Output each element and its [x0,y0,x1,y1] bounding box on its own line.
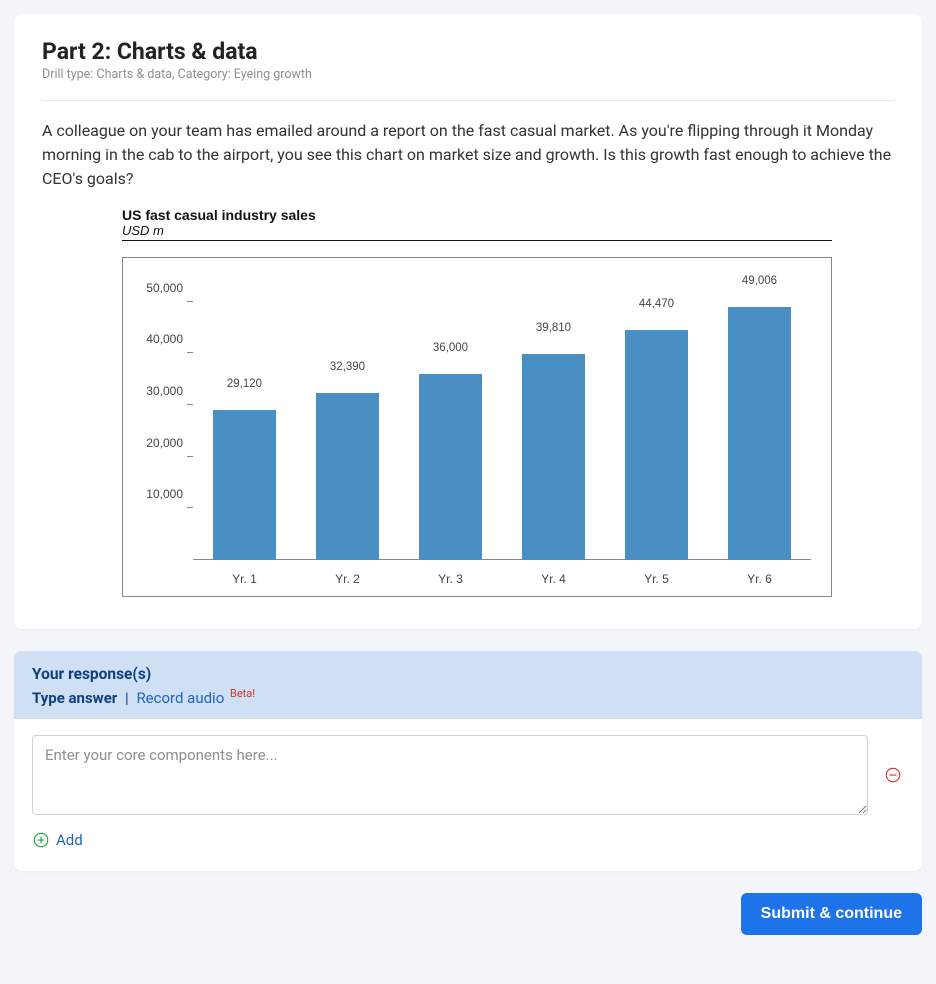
remove-answer-button[interactable] [882,764,904,786]
y-tick-mark [187,352,193,353]
response-card: Your response(s) Type answer | Record au… [14,651,922,871]
bar-wrap: 39,810 [502,276,605,560]
bar-value-label: 39,810 [502,322,605,338]
page-title: Part 2: Charts & data [42,38,894,65]
plus-circle-icon [32,831,50,849]
x-ticks: Yr. 1Yr. 2Yr. 3Yr. 4Yr. 5Yr. 6 [193,572,811,586]
chart-title: US fast casual industry sales [122,207,832,223]
y-tick-label: 20,000 [133,436,183,450]
response-header: Your response(s) Type answer | Record au… [14,651,922,719]
bar-wrap: 32,390 [296,276,399,560]
bar-wrap: 49,006 [708,276,811,560]
x-tick-label: Yr. 1 [193,572,296,586]
bar-value-label: 36,000 [399,342,502,358]
response-title: Your response(s) [32,665,904,683]
drill-meta: Drill type: Charts & data, Category: Eye… [42,67,894,82]
y-tick-mark [187,301,193,302]
submit-row: Submit & continue [14,893,922,935]
bar-wrap: 29,120 [193,276,296,560]
prompt-text: A colleague on your team has emailed aro… [42,119,894,191]
add-label: Add [56,831,83,849]
bar [213,410,277,560]
mode-type-answer[interactable]: Type answer [32,689,117,707]
y-tick-label: 50,000 [133,281,183,295]
answer-row [32,735,904,815]
bar-wrap: 36,000 [399,276,502,560]
submit-button[interactable]: Submit & continue [741,893,922,935]
answer-input[interactable] [32,735,868,815]
response-body: Add [14,719,922,871]
minus-circle-icon [884,766,902,784]
x-tick-label: Yr. 5 [605,572,708,586]
x-tick-label: Yr. 3 [399,572,502,586]
chart-frame: 29,12032,39036,00039,81044,47049,006 10,… [122,257,832,597]
bar-wrap: 44,470 [605,276,708,560]
y-tick-mark [187,456,193,457]
bar [625,330,689,560]
chart-figure: US fast casual industry sales USD m 29,1… [122,207,832,597]
bar [419,374,483,560]
y-tick-label: 40,000 [133,332,183,346]
bar-value-label: 44,470 [605,298,708,314]
bar-value-label: 32,390 [296,361,399,377]
bar-value-label: 29,120 [193,378,296,394]
y-tick-label: 30,000 [133,384,183,398]
mode-separator: | [125,689,129,707]
divider [42,100,894,101]
beta-badge: Beta! [230,687,255,700]
x-tick-label: Yr. 4 [502,572,605,586]
bar [728,307,792,560]
question-card: Part 2: Charts & data Drill type: Charts… [14,14,922,629]
y-tick-mark [187,404,193,405]
chart-subtitle: USD m [122,223,832,241]
bar [522,354,586,560]
bars-container: 29,12032,39036,00039,81044,47049,006 [193,276,811,560]
bar [316,393,380,560]
x-tick-label: Yr. 6 [708,572,811,586]
bar-value-label: 49,006 [708,275,811,291]
response-mode-row: Type answer | Record audio Beta! [32,687,904,707]
add-answer-button[interactable]: Add [32,831,83,849]
x-tick-label: Yr. 2 [296,572,399,586]
mode-record-audio[interactable]: Record audio [136,689,224,707]
y-tick-label: 10,000 [133,487,183,501]
y-tick-mark [187,507,193,508]
plot-area: 29,12032,39036,00039,81044,47049,006 10,… [193,276,811,560]
